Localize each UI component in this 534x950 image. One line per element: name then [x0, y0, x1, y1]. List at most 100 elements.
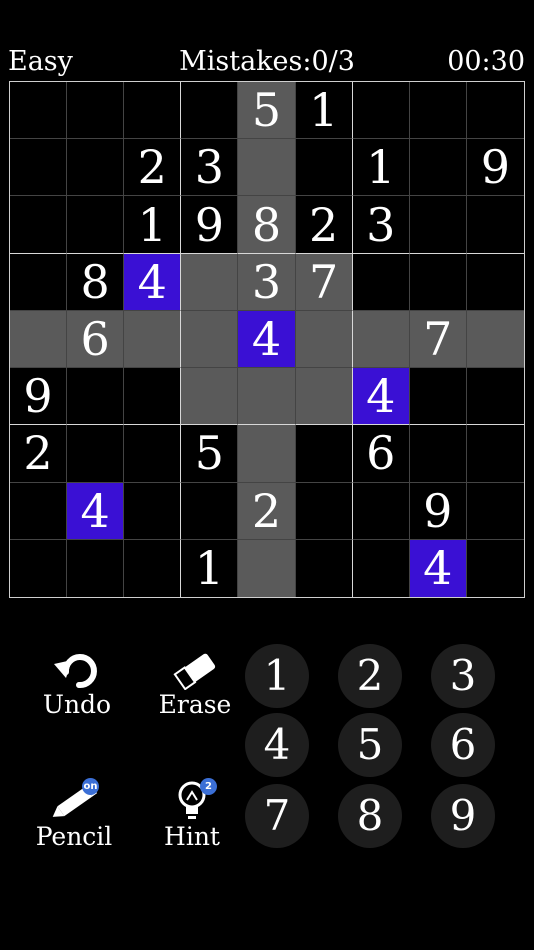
- board-cell-r3c4[interactable]: 9: [181, 196, 239, 254]
- board-cell-r1c8[interactable]: [409, 82, 467, 140]
- board-cell-r4c8[interactable]: [409, 253, 467, 311]
- board-cell-r7c9[interactable]: [466, 425, 524, 483]
- board-cell-r9c4[interactable]: 1: [181, 539, 239, 597]
- board-cell-r5c5[interactable]: 4: [238, 310, 296, 369]
- board-cell-r2c2[interactable]: [67, 139, 125, 197]
- board-cell-r3c3[interactable]: 1: [124, 196, 182, 254]
- board-cell-r8c1[interactable]: [10, 482, 68, 540]
- board-cell-r6c4[interactable]: [181, 368, 239, 426]
- undo-button[interactable]: Undo: [36, 650, 118, 720]
- board-cell-r9c7[interactable]: [352, 539, 410, 597]
- board-cell-r7c7[interactable]: 6: [352, 425, 410, 483]
- board-cell-r8c5[interactable]: 2: [238, 482, 296, 540]
- board-cell-r2c7[interactable]: 1: [352, 139, 410, 197]
- board-cell-r2c9[interactable]: 9: [466, 139, 524, 197]
- board-cell-r8c6[interactable]: [295, 482, 353, 540]
- board-cell-r9c9[interactable]: [466, 539, 524, 597]
- number-key-7[interactable]: 7: [245, 784, 309, 848]
- board-cell-r4c4[interactable]: [181, 253, 239, 311]
- board-cell-r8c4[interactable]: [181, 482, 239, 540]
- board-cell-r3c8[interactable]: [409, 196, 467, 254]
- board-cell-r7c8[interactable]: [409, 425, 467, 483]
- board-cell-r1c1[interactable]: [10, 82, 68, 140]
- lightbulb-icon: 2: [172, 778, 217, 822]
- number-key-5[interactable]: 5: [338, 713, 402, 777]
- board-cell-r8c9[interactable]: [466, 482, 524, 540]
- board-cell-r4c5[interactable]: 3: [238, 253, 296, 311]
- number-key-8[interactable]: 8: [338, 784, 402, 848]
- pencil-button[interactable]: on Pencil: [28, 778, 120, 852]
- board-cell-r8c8[interactable]: 9: [409, 482, 467, 540]
- board-cell-r2c8[interactable]: [409, 139, 467, 197]
- board-cell-r5c9[interactable]: [466, 310, 524, 369]
- board-cell-r6c2[interactable]: [67, 368, 125, 426]
- board-cell-r3c1[interactable]: [10, 196, 68, 254]
- pencil-mode-badge: on: [82, 778, 99, 795]
- board-cell-r8c7[interactable]: [352, 482, 410, 540]
- board-cell-r3c6[interactable]: 2: [295, 196, 353, 254]
- board-cell-r8c3[interactable]: [124, 482, 182, 540]
- board-cell-r6c7[interactable]: 4: [352, 368, 410, 426]
- board-cell-r1c3[interactable]: [124, 82, 182, 140]
- hint-label: Hint: [164, 822, 220, 851]
- board-cell-r3c7[interactable]: 3: [352, 196, 410, 254]
- number-key-4[interactable]: 4: [245, 713, 309, 777]
- timer: 00:30: [447, 46, 525, 77]
- board-cell-r3c5[interactable]: 8: [238, 196, 296, 254]
- undo-label: Undo: [42, 690, 112, 719]
- board-cell-r6c6[interactable]: [295, 368, 353, 426]
- board-cell-r5c7[interactable]: [352, 310, 410, 369]
- board-cell-r9c8[interactable]: 4: [409, 539, 467, 597]
- number-key-3[interactable]: 3: [431, 644, 495, 708]
- pencil-icon: on: [44, 778, 104, 822]
- board-cell-r4c6[interactable]: 7: [295, 253, 353, 311]
- board-cell-r5c8[interactable]: 7: [409, 310, 467, 369]
- board-cell-r7c4[interactable]: 5: [181, 425, 239, 483]
- board-cell-r6c1[interactable]: 9: [10, 368, 68, 426]
- board-cell-r9c5[interactable]: [238, 539, 296, 597]
- board-cell-r5c3[interactable]: [124, 310, 182, 369]
- hint-button[interactable]: 2 Hint: [156, 778, 228, 852]
- board-cell-r2c3[interactable]: 2: [124, 139, 182, 197]
- board-cell-r2c1[interactable]: [10, 139, 68, 197]
- board-cell-r3c9[interactable]: [466, 196, 524, 254]
- erase-button[interactable]: Erase: [152, 650, 238, 720]
- number-key-1[interactable]: 1: [245, 644, 309, 708]
- board-cell-r6c3[interactable]: [124, 368, 182, 426]
- board-cell-r4c2[interactable]: 8: [67, 253, 125, 311]
- board-cell-r8c2[interactable]: 4: [67, 482, 125, 540]
- board-cell-r6c8[interactable]: [409, 368, 467, 426]
- board-cell-r7c5[interactable]: [238, 425, 296, 483]
- board-cell-r1c4[interactable]: [181, 82, 239, 140]
- board-cell-r7c6[interactable]: [295, 425, 353, 483]
- board-cell-r2c4[interactable]: 3: [181, 139, 239, 197]
- board-cell-r2c5[interactable]: [238, 139, 296, 197]
- board-cell-r4c3[interactable]: 4: [124, 253, 182, 311]
- board-cell-r6c5[interactable]: [238, 368, 296, 426]
- board-cell-r4c1[interactable]: [10, 253, 68, 311]
- board-cell-r1c7[interactable]: [352, 82, 410, 140]
- board-cell-r2c6[interactable]: [295, 139, 353, 197]
- board-cell-r9c1[interactable]: [10, 539, 68, 597]
- board-cell-r5c2[interactable]: 6: [67, 310, 125, 369]
- number-key-6[interactable]: 6: [431, 713, 495, 777]
- board-cell-r1c2[interactable]: [67, 82, 125, 140]
- board-cell-r9c2[interactable]: [67, 539, 125, 597]
- board-cell-r1c5[interactable]: 5: [238, 82, 296, 140]
- board-cell-r5c6[interactable]: [295, 310, 353, 369]
- board-cell-r5c4[interactable]: [181, 310, 239, 369]
- board-cell-r1c6[interactable]: 1: [295, 82, 353, 140]
- board-cell-r5c1[interactable]: [10, 310, 68, 369]
- board-cell-r7c3[interactable]: [124, 425, 182, 483]
- board-cell-r7c1[interactable]: 2: [10, 425, 68, 483]
- board-cell-r3c2[interactable]: [67, 196, 125, 254]
- board-cell-r1c9[interactable]: [466, 82, 524, 140]
- board-cell-r9c6[interactable]: [295, 539, 353, 597]
- number-key-9[interactable]: 9: [431, 784, 495, 848]
- board-cell-r4c7[interactable]: [352, 253, 410, 311]
- board-cell-r9c3[interactable]: [124, 539, 182, 597]
- number-key-2[interactable]: 2: [338, 644, 402, 708]
- board-cell-r6c9[interactable]: [466, 368, 524, 426]
- board-cell-r4c9[interactable]: [466, 253, 524, 311]
- board-cell-r7c2[interactable]: [67, 425, 125, 483]
